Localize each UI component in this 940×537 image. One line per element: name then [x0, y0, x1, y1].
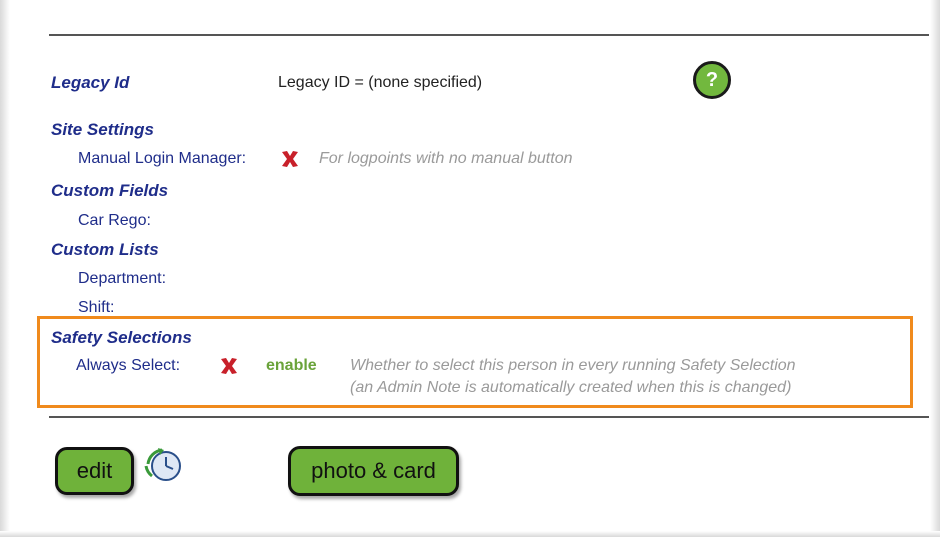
help-icon[interactable]: ?	[693, 61, 731, 99]
red-x-icon	[221, 358, 237, 374]
top-divider	[49, 34, 929, 36]
always-select-hint-line1: Whether to select this person in every r…	[350, 357, 796, 374]
red-x-icon	[282, 151, 298, 167]
custom-fields-heading: Custom Fields	[51, 181, 169, 200]
manual-login-manager-label: Manual Login Manager:	[78, 150, 247, 167]
safety-selections-heading: Safety Selections	[51, 328, 192, 347]
legacy-id-heading: Legacy Id	[51, 73, 130, 92]
refresh-clock-icon[interactable]	[142, 446, 184, 484]
custom-lists-heading: Custom Lists	[51, 240, 159, 259]
manual-login-hint: For logpoints with no manual button	[319, 150, 573, 167]
always-select-hint-line2: (an Admin Note is automatically created …	[350, 379, 792, 396]
bottom-divider	[49, 416, 929, 418]
always-select-label: Always Select:	[76, 357, 181, 374]
site-settings-heading: Site Settings	[51, 120, 154, 139]
car-rego-label: Car Rego:	[78, 212, 151, 229]
photo-card-button[interactable]: photo & card	[288, 446, 459, 496]
department-label: Department:	[78, 270, 167, 287]
shift-label: Shift:	[78, 299, 115, 313]
frame-shadow-right	[930, 0, 940, 537]
edit-button[interactable]: edit	[55, 447, 134, 495]
frame-shadow-left	[0, 0, 10, 537]
enable-link[interactable]: enable	[266, 357, 317, 375]
person-detail-page: Legacy Id Legacy ID = (none specified) ?…	[0, 0, 940, 537]
legacy-id-value: Legacy ID = (none specified)	[278, 74, 483, 91]
frame-shadow-bottom	[0, 531, 940, 537]
